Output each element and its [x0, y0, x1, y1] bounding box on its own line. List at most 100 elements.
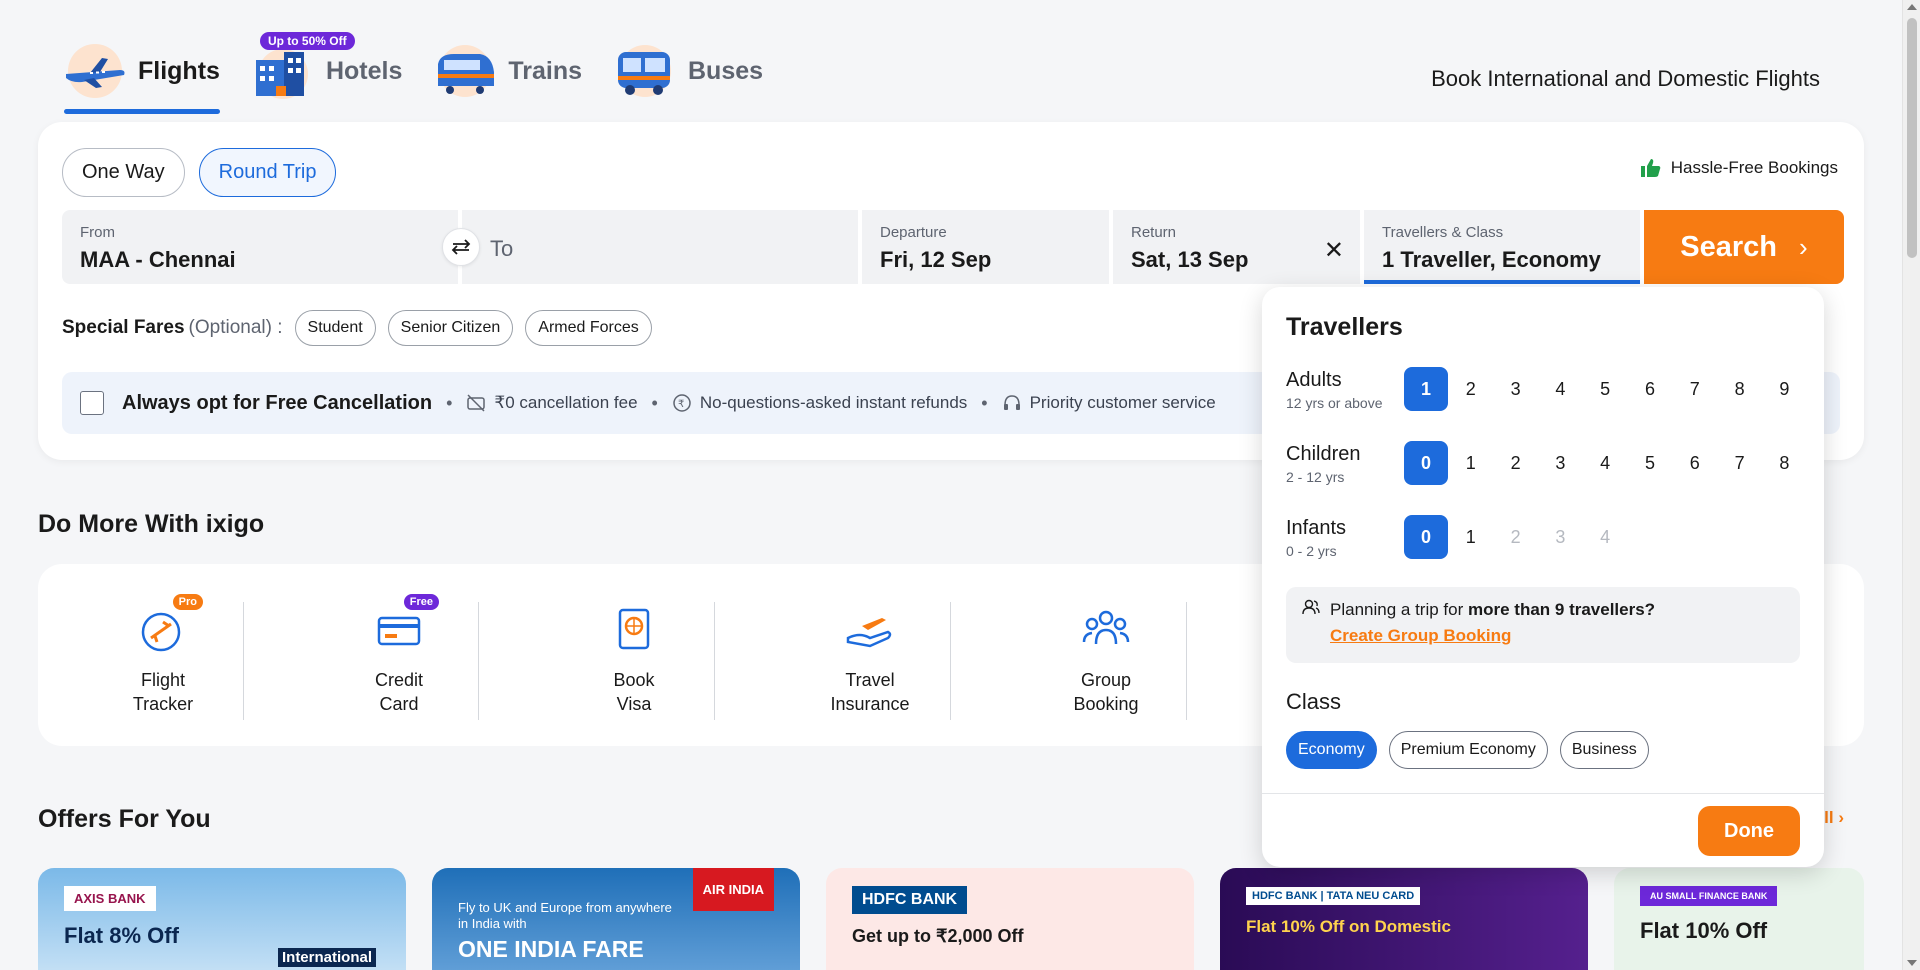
children-count-option[interactable]: 2: [1494, 441, 1538, 485]
offer-card-axis[interactable]: AXIS BANK Flat 8% Off International: [38, 868, 406, 970]
divider: [1262, 793, 1824, 794]
return-value: Sat, 13 Sep: [1131, 247, 1249, 272]
hassle-free-note: Hassle-Free Bookings: [1640, 158, 1838, 178]
adults-count-option[interactable]: 4: [1538, 367, 1582, 411]
credit-card-tile[interactable]: Free Credit Card: [282, 594, 516, 716]
to-field[interactable]: To: [462, 210, 858, 284]
group-prompt-bold: more than 9 travellers?: [1467, 599, 1656, 619]
adults-count-option[interactable]: 2: [1449, 367, 1493, 411]
children-count-option[interactable]: 6: [1673, 441, 1717, 485]
special-fare-student[interactable]: Student: [294, 310, 376, 346]
travellers-popover: Travellers Adults 12 yrs or above 123456…: [1262, 287, 1824, 867]
from-field[interactable]: From MAA - Chennai: [62, 210, 458, 284]
group-booking-label: Group Booking: [1073, 670, 1139, 714]
from-value: MAA - Chennai: [80, 247, 236, 272]
adults-count-option[interactable]: 1: [1404, 367, 1448, 411]
offer-card-tata-neu[interactable]: HDFC BANK | TATA NEU CARD Flat 10% Off o…: [1220, 868, 1588, 970]
special-fare-armed-forces[interactable]: Armed Forces: [525, 310, 652, 346]
children-count-option[interactable]: 3: [1538, 441, 1582, 485]
divider: [1186, 602, 1187, 720]
class-premium-economy[interactable]: Premium Economy: [1388, 731, 1548, 769]
scrollbar-thumb[interactable]: [1907, 18, 1917, 258]
group-booking-tile[interactable]: Group Booking: [989, 602, 1223, 716]
page: Flights Up to 50% Off Hotels Trains Buse…: [0, 0, 1902, 970]
one-way-button[interactable]: One Way: [62, 148, 185, 197]
done-button[interactable]: Done: [1698, 806, 1800, 856]
scroll-down-icon[interactable]: [1907, 960, 1917, 966]
offer-card-au-bank[interactable]: AU SMALL FINANCE BANK Flat 10% Off: [1614, 868, 1864, 970]
round-trip-button[interactable]: Round Trip: [198, 148, 337, 197]
adults-sub: 12 yrs or above: [1286, 395, 1383, 411]
travel-insurance-tile[interactable]: Travel Insurance: [753, 602, 987, 716]
adults-count-option[interactable]: 7: [1673, 367, 1717, 411]
tab-flights[interactable]: Flights: [62, 40, 220, 114]
infants-label: Infants: [1286, 517, 1347, 539]
adults-count-option[interactable]: 9: [1762, 367, 1806, 411]
divider: [714, 602, 715, 720]
travellers-class-field[interactable]: Travellers & Class 1 Traveller, Economy: [1364, 210, 1640, 284]
children-count-option[interactable]: 1: [1449, 441, 1493, 485]
air-india-logo: AIR INDIA: [692, 868, 774, 911]
departure-field[interactable]: Departure Fri, 12 Sep: [862, 210, 1109, 284]
create-group-booking-link[interactable]: Create Group Booking: [1330, 626, 1511, 646]
infants-count-option[interactable]: 1: [1449, 515, 1493, 559]
return-label: Return: [1131, 224, 1177, 241]
offer-headline: Flat 10% Off on Domestic: [1246, 917, 1451, 936]
swap-cities-button[interactable]: [442, 228, 480, 266]
svg-text:₹: ₹: [678, 399, 684, 410]
class-economy[interactable]: Economy: [1286, 731, 1377, 769]
scroll-up-icon[interactable]: [1907, 4, 1917, 10]
offer-card-hdfc[interactable]: HDFC BANK Get up to ₹2,000 Off: [826, 868, 1194, 970]
to-placeholder: To: [490, 236, 514, 261]
pro-badge: Pro: [172, 594, 203, 610]
class-business[interactable]: Business: [1559, 731, 1649, 769]
search-fields: From MAA - Chennai To Departure Fri, 12 …: [62, 210, 1844, 284]
from-label: From: [80, 224, 115, 241]
flight-tracker-icon: Pro: [137, 594, 203, 654]
free-cancellation-title: Always opt for Free Cancellation: [122, 391, 433, 414]
group-booking-prompt: Planning a trip for more than 9 travelle…: [1286, 587, 1800, 663]
free-badge: Free: [403, 594, 439, 610]
special-fare-senior-citizen[interactable]: Senior Citizen: [387, 310, 514, 346]
adults-count-option[interactable]: 3: [1494, 367, 1538, 411]
refund-icon: ₹: [672, 393, 692, 413]
children-count-option[interactable]: 8: [1762, 441, 1806, 485]
offer-card-air-india[interactable]: Fly to UK and Europe from anywhere in In…: [432, 868, 800, 970]
hassle-free-label: Hassle-Free Bookings: [1670, 158, 1838, 177]
adults-count-option[interactable]: 8: [1718, 367, 1762, 411]
tab-trains[interactable]: Trains: [432, 40, 582, 110]
people-icon: [1302, 599, 1320, 620]
benefit-zero-fee: ₹0 cancellation fee: [466, 393, 638, 413]
return-field[interactable]: Return Sat, 13 Sep ✕: [1113, 210, 1360, 284]
departure-value: Fri, 12 Sep: [880, 247, 992, 272]
infants-count-option[interactable]: 0: [1404, 515, 1448, 559]
children-count-option[interactable]: 0: [1404, 441, 1448, 485]
children-count-option[interactable]: 4: [1583, 441, 1627, 485]
search-button[interactable]: Search ›: [1644, 210, 1844, 284]
page-scrollbar[interactable]: [1902, 0, 1920, 970]
adults-label: Adults: [1286, 369, 1342, 391]
book-visa-tile[interactable]: Book Visa: [517, 602, 751, 716]
offer-headline: ONE INDIA FARE: [458, 936, 644, 962]
tab-hotels[interactable]: Up to 50% Off Hotels: [250, 32, 402, 110]
travel-insurance-label: Travel Insurance: [830, 670, 910, 714]
class-title: Class: [1286, 689, 1342, 714]
children-count-option[interactable]: 5: [1628, 441, 1672, 485]
adults-row: Adults 12 yrs or above 123456789: [1286, 367, 1806, 417]
adults-count-option[interactable]: 6: [1628, 367, 1672, 411]
trip-type-toggle: One Way Round Trip: [62, 148, 337, 197]
passport-icon: [608, 602, 660, 654]
hotel-icon: Up to 50% Off: [250, 32, 355, 100]
flight-tracker-label: Flight Tracker: [132, 670, 194, 714]
free-cancellation-checkbox[interactable]: [80, 391, 104, 415]
hdfc-bank-logo: HDFC BANK: [852, 886, 968, 914]
separator-dot: •: [981, 392, 988, 413]
divider: [478, 602, 479, 720]
divider: [243, 602, 244, 720]
tab-trains-label: Trains: [508, 56, 582, 85]
tab-buses[interactable]: Buses: [612, 40, 763, 110]
adults-count-option[interactable]: 5: [1583, 367, 1627, 411]
clear-return-close-icon[interactable]: ✕: [1324, 236, 1344, 265]
flight-tracker-tile[interactable]: Pro Flight Tracker: [46, 594, 280, 716]
children-count-option[interactable]: 7: [1718, 441, 1762, 485]
